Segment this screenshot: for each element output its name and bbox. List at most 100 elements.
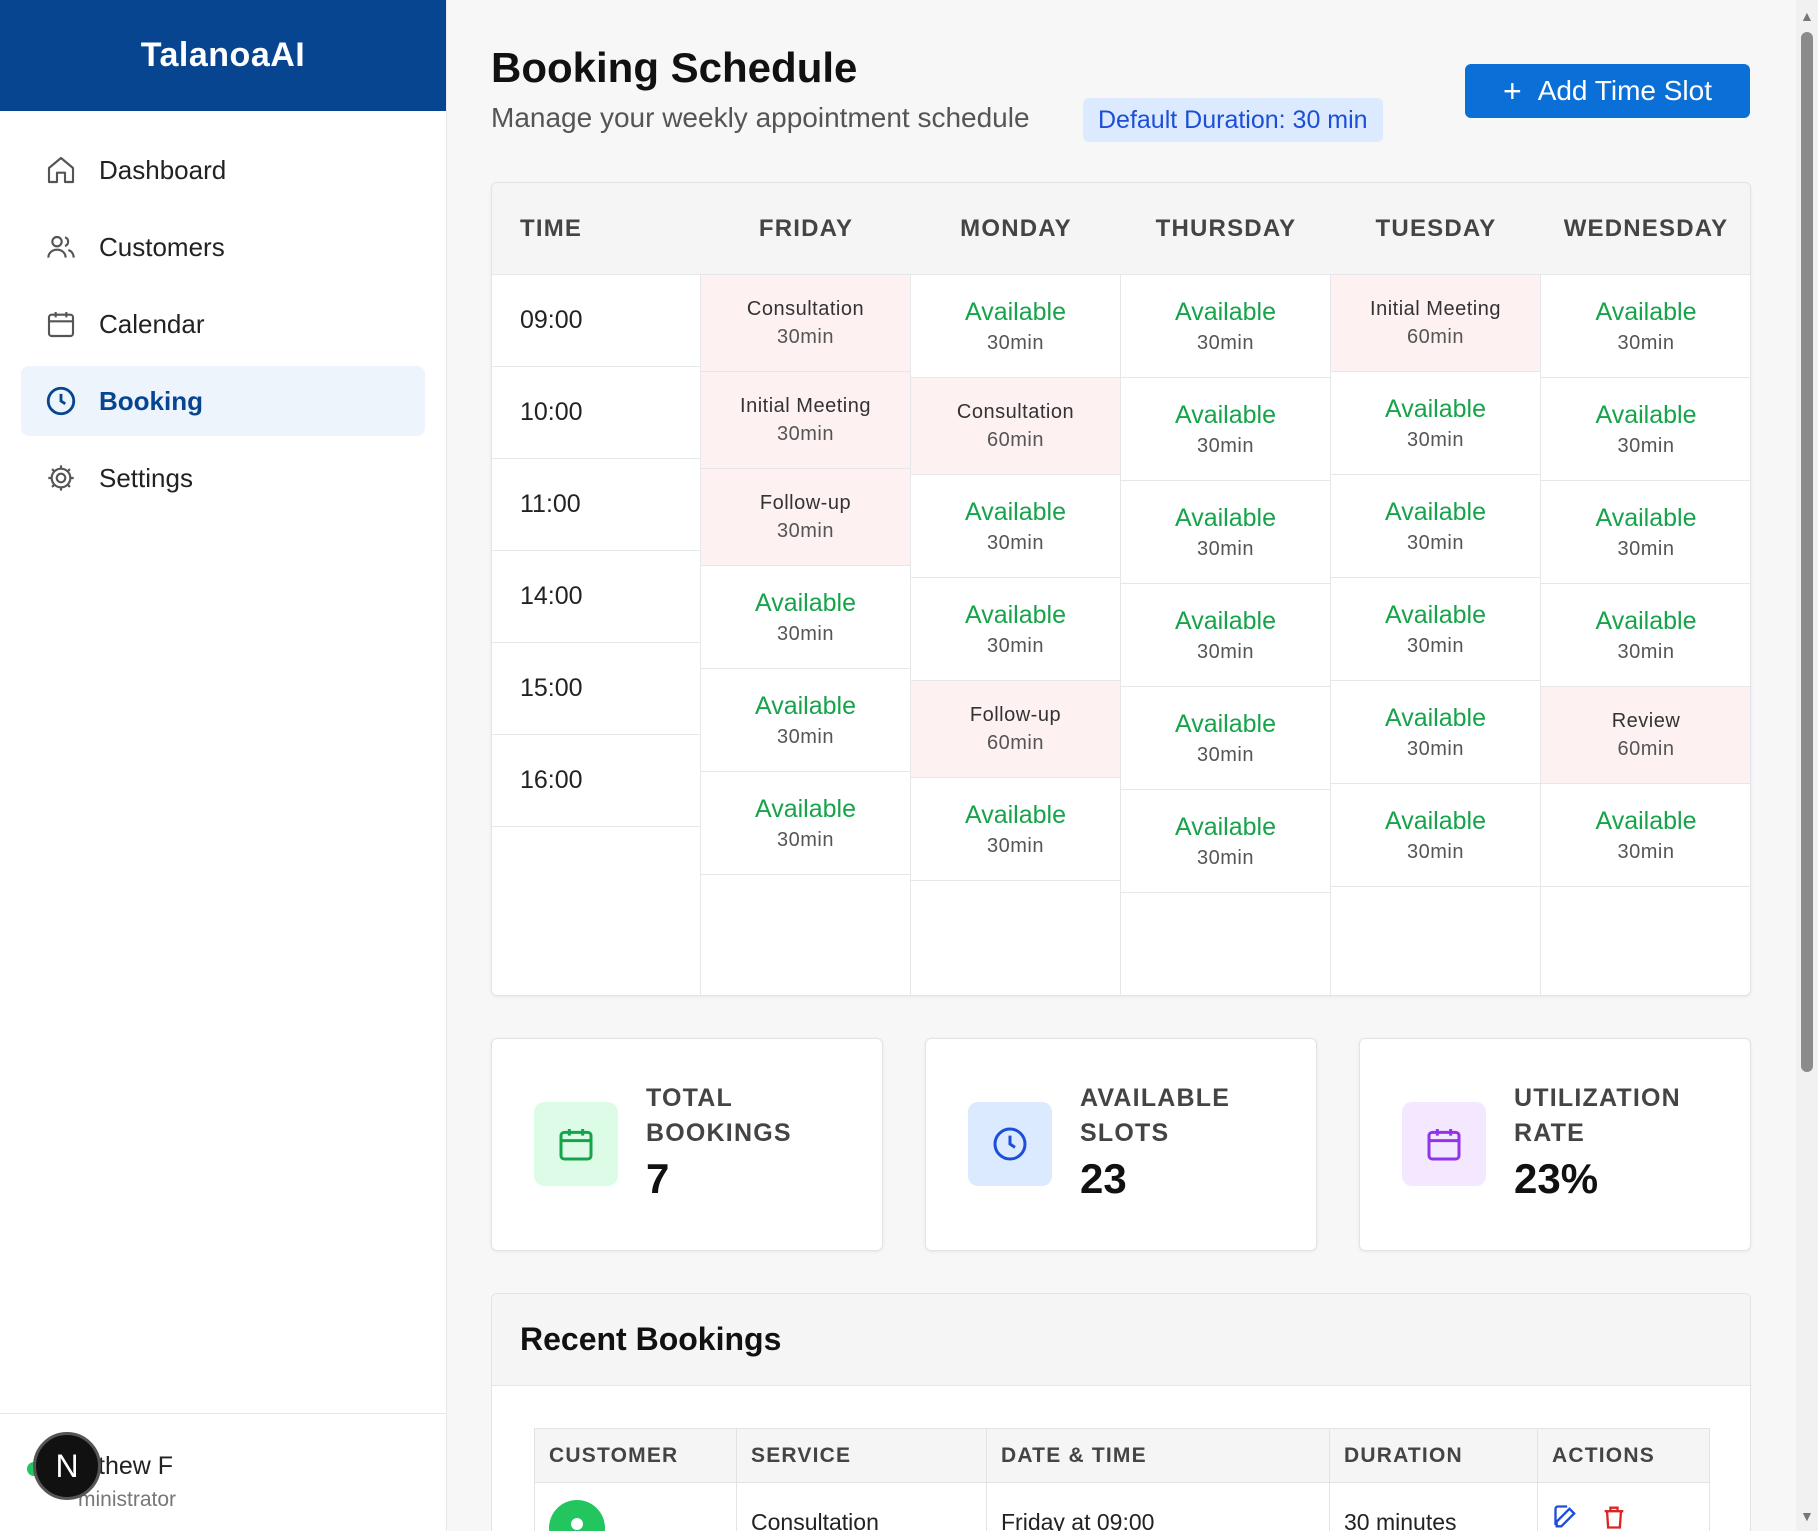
booked-slot[interactable]: Consultation 60min (911, 378, 1120, 475)
booked-slot[interactable]: Review 60min (1541, 687, 1750, 784)
day-column-monday: Available 30min Consultation 60min Available… (911, 275, 1121, 995)
available-slot[interactable]: Available 30min (1541, 481, 1750, 584)
delete-icon[interactable] (1600, 1503, 1628, 1531)
table-row[interactable]: Consultation Friday at 09:00 30 minutes (535, 1483, 1709, 1531)
clock-icon (968, 1102, 1052, 1186)
slot-duration: 30min (777, 422, 834, 445)
available-slot[interactable]: Available 30min (701, 669, 910, 772)
column-header-day: WEDNESDAY (1563, 215, 1729, 242)
available-slot[interactable]: Available 30min (911, 475, 1120, 578)
table-header-row: CUSTOMER SERVICE DATE & TIME DURATION AC… (535, 1429, 1709, 1483)
scrollbar-thumb[interactable] (1801, 32, 1813, 1072)
available-slot[interactable]: Available 30min (1121, 790, 1330, 893)
slot-label: Available (1174, 297, 1276, 326)
calendar-icon (534, 1102, 618, 1186)
stat-value: 7 (646, 1155, 670, 1202)
available-slot[interactable]: Available 30min (1121, 584, 1330, 687)
slot-label: Available (1595, 503, 1697, 532)
available-slot[interactable]: Available 30min (1541, 275, 1750, 378)
column-header: CUSTOMER (535, 1429, 737, 1483)
available-slot[interactable]: Available 30min (1121, 275, 1330, 378)
slot-label: Consultation (956, 400, 1075, 423)
sidebar-item-booking[interactable]: Booking (21, 366, 425, 436)
page-scrollbar[interactable]: ▲ ▼ (1796, 0, 1818, 1531)
booked-slot[interactable]: Initial Meeting 30min (701, 372, 910, 469)
available-slot[interactable]: Available 30min (1121, 378, 1330, 481)
slot-duration: 60min (1407, 325, 1464, 348)
slot-label: Initial Meeting (1370, 297, 1501, 320)
available-slot[interactable]: Available 30min (1331, 681, 1540, 784)
home-icon (43, 152, 79, 188)
slot-duration: 30min (1197, 640, 1254, 663)
scroll-down-arrow-icon[interactable]: ▼ (1800, 1508, 1814, 1524)
main-content: Booking Schedule Manage your weekly appo… (447, 0, 1796, 1531)
slot-label: Review (1611, 709, 1681, 732)
column-header: SERVICE (737, 1429, 987, 1483)
available-slot[interactable]: Available 30min (1331, 578, 1540, 681)
available-slot[interactable]: Available 30min (1541, 584, 1750, 687)
slot-label: Available (1174, 606, 1276, 635)
slot-label: Follow-up (969, 703, 1062, 726)
actions-cell (1538, 1483, 1711, 1531)
available-slot[interactable]: Available 30min (1541, 378, 1750, 481)
slot-duration: 30min (987, 634, 1044, 657)
user-role: ministrator (78, 1488, 177, 1511)
available-slot[interactable]: Available 30min (1541, 784, 1750, 887)
available-slot[interactable]: Available 30min (911, 275, 1120, 378)
default-duration-badge: Default Duration: 30 min (1083, 98, 1383, 142)
weekly-schedule-grid: TIME FRIDAY MONDAY THURSDAY TUESDAY WEDN… (491, 182, 1751, 996)
available-slot[interactable]: Available 30min (701, 566, 910, 669)
slot-duration: 30min (1197, 846, 1254, 869)
brand-logo[interactable]: TalanoaAI (0, 0, 446, 111)
booked-slot[interactable]: Initial Meeting 60min (1331, 275, 1540, 372)
time-label: 16:00 (492, 735, 700, 827)
slot-duration: 30min (777, 325, 834, 348)
sidebar-item-calendar[interactable]: Calendar (21, 289, 425, 359)
slot-duration: 30min (987, 531, 1044, 554)
sidebar-item-customers[interactable]: Customers (21, 212, 425, 282)
column-header-day: MONDAY (960, 215, 1072, 242)
available-slot[interactable]: Available 30min (1331, 784, 1540, 887)
slot-label: Available (1384, 497, 1486, 526)
clock-icon (43, 383, 79, 419)
time-label: 10:00 (492, 367, 700, 459)
booked-slot[interactable]: Follow-up 60min (911, 681, 1120, 778)
slot-label: Available (1174, 400, 1276, 429)
available-slot[interactable]: Available 30min (1331, 475, 1540, 578)
available-slot[interactable]: Available 30min (911, 578, 1120, 681)
slot-label: Available (1384, 394, 1486, 423)
add-time-slot-button[interactable]: + Add Time Slot (1465, 64, 1750, 118)
slot-label: Available (1595, 400, 1697, 429)
booked-slot[interactable]: Follow-up 30min (701, 469, 910, 566)
available-slot[interactable]: Available 30min (1121, 687, 1330, 790)
slot-label: Available (1174, 503, 1276, 532)
day-column-friday: Consultation 30min Initial Meeting 30min Fol… (701, 275, 911, 995)
available-slot[interactable]: Available 30min (1121, 481, 1330, 584)
recent-bookings-panel: Recent Bookings CUSTOMER SERVICE DATE & … (491, 1293, 1751, 1531)
available-slot[interactable]: Available 30min (701, 772, 910, 875)
slot-duration: 60min (1617, 737, 1675, 760)
slot-label: Consultation (746, 297, 865, 320)
available-slot[interactable]: Available 30min (1331, 372, 1540, 475)
column-header-day: THURSDAY (1155, 215, 1297, 242)
edit-icon[interactable] (1552, 1503, 1580, 1531)
dev-tools-badge[interactable]: N (33, 1432, 101, 1500)
available-slot[interactable]: Available 30min (911, 778, 1120, 881)
booked-slot[interactable]: Consultation 30min (701, 275, 910, 372)
slot-label: Available (964, 600, 1066, 629)
sidebar-item-settings[interactable]: Settings (21, 443, 425, 513)
day-column-wednesday: Available 30min Available 30min Available 30m… (1541, 275, 1750, 995)
slot-duration: 30min (777, 519, 834, 542)
stat-card-total-bookings: TOTAL BOOKINGS 7 (491, 1038, 883, 1251)
slot-duration: 30min (1617, 331, 1675, 354)
stat-label: AVAILABLE SLOTS (1080, 1084, 1231, 1147)
sidebar-item-dashboard[interactable]: Dashboard (21, 135, 425, 205)
service-cell: Consultation (737, 1483, 987, 1531)
scroll-up-arrow-icon[interactable]: ▲ (1800, 8, 1814, 24)
slot-label: Available (1174, 709, 1276, 738)
slot-label: Available (1595, 606, 1697, 635)
calendar-icon (1402, 1102, 1486, 1186)
column-header-day: TUESDAY (1375, 215, 1497, 242)
sidebar-item-label: Calendar (99, 308, 205, 339)
stat-value: 23 (1080, 1155, 1127, 1202)
